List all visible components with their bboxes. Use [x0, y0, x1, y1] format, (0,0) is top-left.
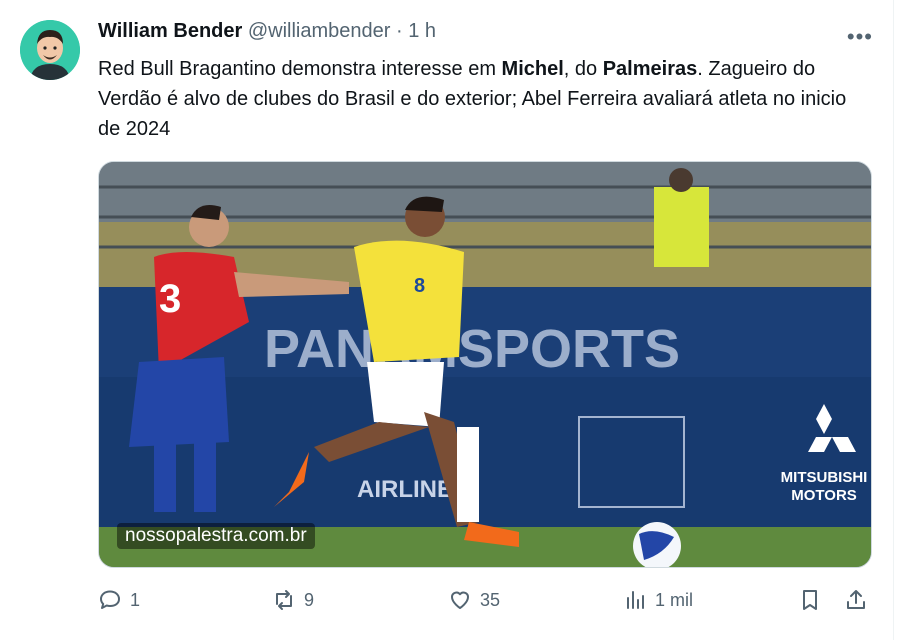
bookmark-button[interactable]: [798, 584, 822, 616]
sponsor-mitsubishi-line2: MOTORS: [791, 487, 857, 504]
tweet-header: William Bender @williambender · 1 h •••: [98, 20, 873, 50]
repost-count: 9: [304, 589, 315, 610]
like-count: 35: [480, 589, 501, 610]
separator-dot: ·: [396, 20, 403, 42]
heart-icon: [451, 591, 469, 609]
repost-icon: [276, 590, 292, 610]
avatar-image: [20, 20, 80, 80]
brazil-shirt-number: 8: [414, 275, 425, 297]
tweet-photo[interactable]: PANAMSPORTS AIRLINES MITSUBISHI MOTORS 3…: [98, 161, 872, 568]
bookmark-icon: [803, 590, 817, 610]
reply-count: 1: [130, 589, 141, 610]
more-options-icon[interactable]: •••: [847, 24, 873, 50]
views-button[interactable]: 1 mil: [623, 584, 693, 616]
reply-button[interactable]: 1: [98, 584, 140, 616]
reply-icon: [100, 590, 120, 609]
photo-watermark: nossopalestra.com.br: [117, 523, 315, 549]
tweet-text: Red Bull Bragantino demonstra interesse …: [98, 54, 868, 144]
like-button[interactable]: 35: [448, 584, 500, 616]
tweet-text-bold: Michel: [501, 58, 564, 80]
view-count: 1 mil: [655, 589, 694, 610]
timestamp[interactable]: 1 h: [408, 20, 436, 42]
tweet-card[interactable]: William Bender @williambender · 1 h ••• …: [0, 0, 894, 640]
tweet-text-part: , do: [563, 58, 603, 80]
tweet-text-bold: Palmeiras: [602, 58, 698, 80]
chile-shirt-number: 3: [159, 277, 181, 321]
tweet-actions: 1 9 35 1 mil: [98, 584, 870, 616]
tweet-text-part: Red Bull Bragantino demonstra interesse …: [98, 58, 502, 80]
football-match-photo: PANAMSPORTS AIRLINES MITSUBISHI MOTORS 3…: [99, 162, 871, 567]
repost-button[interactable]: 9: [272, 584, 314, 616]
author-handle[interactable]: @williambender: [248, 20, 391, 42]
share-icon: [847, 590, 865, 609]
banner-text: PANAMSPORTS: [264, 319, 680, 379]
avatar[interactable]: [20, 20, 80, 80]
author-name[interactable]: William Bender: [98, 20, 242, 42]
sponsor-mitsubishi-line1: MITSUBISHI: [781, 469, 868, 486]
share-button[interactable]: [844, 584, 868, 616]
analytics-icon: [627, 591, 644, 609]
